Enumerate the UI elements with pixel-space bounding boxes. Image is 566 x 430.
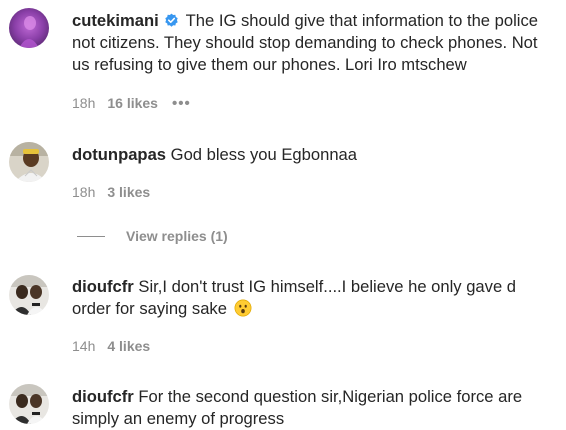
comment-username[interactable]: dioufcfr	[72, 277, 134, 296]
comment-username[interactable]: dotunpapas	[72, 145, 166, 164]
avatar-group-photo-icon	[9, 275, 49, 315]
comment-likes[interactable]: 16 likes	[107, 95, 158, 111]
avatar[interactable]	[9, 384, 49, 424]
avatar[interactable]	[9, 275, 49, 315]
comment-meta: 18h 16 likes •••	[72, 94, 191, 112]
verified-badge-icon	[165, 13, 179, 27]
comment-time[interactable]: 18h	[72, 184, 95, 200]
comment-body: God bless you Egbonnaa	[170, 145, 358, 164]
comment-likes[interactable]: 4 likes	[107, 338, 150, 354]
comment-meta: 14h 4 likes	[72, 337, 164, 355]
hushed-face-emoji-icon	[234, 299, 252, 317]
comment-body: For the second question sir,Nigerian pol…	[72, 387, 523, 428]
comment-meta: 18h 3 likes	[72, 183, 164, 201]
avatar-man-photo-icon	[9, 142, 49, 182]
avatar[interactable]	[9, 142, 49, 182]
view-replies-label: View replies (1)	[126, 228, 228, 244]
view-replies-button[interactable]: View replies (1)	[77, 227, 228, 245]
comment-text-block: cutekimani The IG should give that infor…	[72, 10, 552, 76]
comment-username[interactable]: dioufcfr	[72, 387, 134, 406]
avatar-purple-photo-icon	[9, 8, 49, 48]
comment-time[interactable]: 18h	[72, 95, 95, 111]
more-options-icon[interactable]: •••	[172, 95, 191, 112]
replies-divider-line	[77, 235, 105, 237]
comment-time[interactable]: 14h	[72, 338, 95, 354]
comment-text-block: dioufcfr For the second question sir,Nig…	[72, 386, 552, 430]
comment-text-block: dotunpapas God bless you Egbonnaa	[72, 144, 552, 166]
avatar-group-photo-icon	[9, 384, 49, 424]
comment-body: Sir,I don't trust IG himself....I believ…	[72, 277, 517, 318]
comment-username[interactable]: cutekimani	[72, 11, 159, 30]
avatar[interactable]	[9, 8, 49, 48]
comment-likes[interactable]: 3 likes	[107, 184, 150, 200]
comment-text-block: dioufcfr Sir,I don't trust IG himself...…	[72, 276, 552, 320]
